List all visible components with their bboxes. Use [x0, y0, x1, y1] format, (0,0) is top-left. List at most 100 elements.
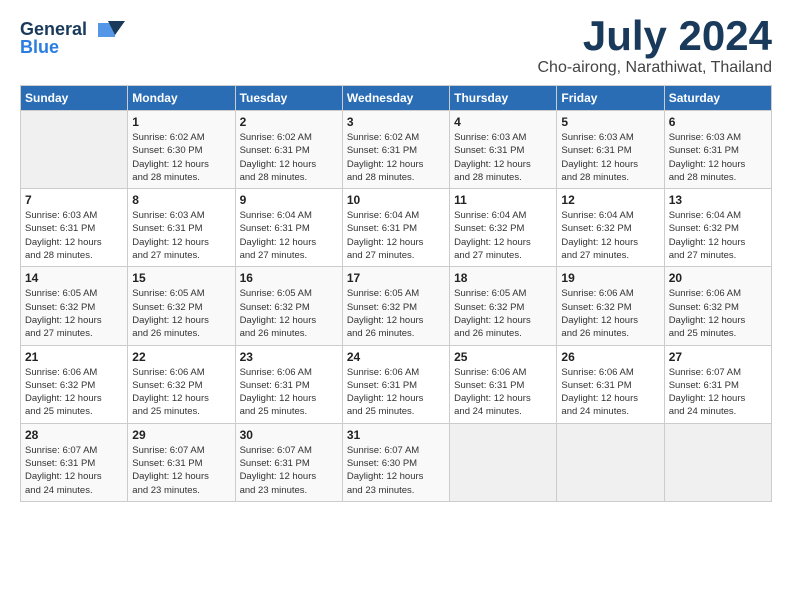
header-row: Sunday Monday Tuesday Wednesday Thursday… [21, 86, 772, 111]
day-number: 24 [347, 350, 445, 364]
day-info: Sunrise: 6:04 AM Sunset: 6:32 PM Dayligh… [669, 209, 767, 262]
day-number: 18 [454, 271, 552, 285]
day-number: 9 [240, 193, 338, 207]
day-cell: 28 Sunrise: 6:07 AM Sunset: 6:31 PM Dayli… [21, 423, 128, 501]
day-info: Sunrise: 6:06 AM Sunset: 6:31 PM Dayligh… [454, 366, 552, 419]
day-number: 1 [132, 115, 230, 129]
day-number: 11 [454, 193, 552, 207]
day-info: Sunrise: 6:07 AM Sunset: 6:30 PM Dayligh… [347, 444, 445, 497]
day-number: 15 [132, 271, 230, 285]
day-number: 30 [240, 428, 338, 442]
day-number: 29 [132, 428, 230, 442]
day-info: Sunrise: 6:06 AM Sunset: 6:32 PM Dayligh… [561, 287, 659, 340]
day-number: 2 [240, 115, 338, 129]
col-monday: Monday [128, 86, 235, 111]
day-info: Sunrise: 6:06 AM Sunset: 6:31 PM Dayligh… [240, 366, 338, 419]
day-number: 25 [454, 350, 552, 364]
day-info: Sunrise: 6:04 AM Sunset: 6:32 PM Dayligh… [561, 209, 659, 262]
col-sunday: Sunday [21, 86, 128, 111]
day-cell: 2 Sunrise: 6:02 AM Sunset: 6:31 PM Daylig… [235, 111, 342, 189]
day-number: 17 [347, 271, 445, 285]
header: General Blue July 2024 Cho-airong, Narat… [20, 15, 772, 77]
col-saturday: Saturday [664, 86, 771, 111]
day-cell: 6Sunrise: 6:03 AM Sunset: 6:31 PM Daylig… [664, 111, 771, 189]
day-info: Sunrise: 6:03 AM Sunset: 6:31 PM Dayligh… [454, 131, 552, 184]
day-cell: 27Sunrise: 6:07 AM Sunset: 6:31 PM Dayli… [664, 345, 771, 423]
logo: General Blue [20, 15, 130, 60]
svg-text:General: General [20, 19, 87, 39]
day-number: 16 [240, 271, 338, 285]
day-cell: 4 Sunrise: 6:03 AM Sunset: 6:31 PM Daylig… [450, 111, 557, 189]
day-cell: 9 Sunrise: 6:04 AM Sunset: 6:31 PM Daylig… [235, 189, 342, 267]
week-row-1: 1 Sunrise: 6:02 AM Sunset: 6:30 PM Daylig… [21, 111, 772, 189]
day-cell: 7 Sunrise: 6:03 AM Sunset: 6:31 PM Daylig… [21, 189, 128, 267]
day-info: Sunrise: 6:05 AM Sunset: 6:32 PM Dayligh… [347, 287, 445, 340]
day-info: Sunrise: 6:03 AM Sunset: 6:31 PM Dayligh… [25, 209, 123, 262]
day-number: 23 [240, 350, 338, 364]
day-info: Sunrise: 6:02 AM Sunset: 6:31 PM Dayligh… [240, 131, 338, 184]
day-info: Sunrise: 6:07 AM Sunset: 6:31 PM Dayligh… [132, 444, 230, 497]
day-info: Sunrise: 6:04 AM Sunset: 6:31 PM Dayligh… [347, 209, 445, 262]
day-cell: 16 Sunrise: 6:05 AM Sunset: 6:32 PM Dayli… [235, 267, 342, 345]
logo-svg: General Blue [20, 15, 130, 60]
day-number: 14 [25, 271, 123, 285]
day-number: 8 [132, 193, 230, 207]
day-cell: 18Sunrise: 6:05 AM Sunset: 6:32 PM Dayli… [450, 267, 557, 345]
day-number: 5 [561, 115, 659, 129]
svg-text:Blue: Blue [20, 37, 59, 57]
day-number: 27 [669, 350, 767, 364]
col-thursday: Thursday [450, 86, 557, 111]
day-number: 22 [132, 350, 230, 364]
day-cell: 13Sunrise: 6:04 AM Sunset: 6:32 PM Dayli… [664, 189, 771, 267]
day-number: 21 [25, 350, 123, 364]
col-tuesday: Tuesday [235, 86, 342, 111]
day-number: 31 [347, 428, 445, 442]
day-cell: 5 Sunrise: 6:03 AM Sunset: 6:31 PM Daylig… [557, 111, 664, 189]
day-info: Sunrise: 6:05 AM Sunset: 6:32 PM Dayligh… [25, 287, 123, 340]
day-info: Sunrise: 6:05 AM Sunset: 6:32 PM Dayligh… [240, 287, 338, 340]
day-info: Sunrise: 6:07 AM Sunset: 6:31 PM Dayligh… [25, 444, 123, 497]
day-cell: 20 Sunrise: 6:06 AM Sunset: 6:32 PM Dayli… [664, 267, 771, 345]
day-number: 4 [454, 115, 552, 129]
day-info: Sunrise: 6:06 AM Sunset: 6:31 PM Dayligh… [347, 366, 445, 419]
day-cell: 29 Sunrise: 6:07 AM Sunset: 6:31 PM Dayli… [128, 423, 235, 501]
day-number: 7 [25, 193, 123, 207]
month-title: July 2024 [538, 15, 773, 57]
day-info: Sunrise: 6:06 AM Sunset: 6:32 PM Dayligh… [669, 287, 767, 340]
day-cell [557, 423, 664, 501]
day-info: Sunrise: 6:04 AM Sunset: 6:32 PM Dayligh… [454, 209, 552, 262]
day-cell: 17 Sunrise: 6:05 AM Sunset: 6:32 PM Dayli… [342, 267, 449, 345]
week-row-2: 7 Sunrise: 6:03 AM Sunset: 6:31 PM Daylig… [21, 189, 772, 267]
day-info: Sunrise: 6:02 AM Sunset: 6:30 PM Dayligh… [132, 131, 230, 184]
day-number: 20 [669, 271, 767, 285]
day-cell: 22 Sunrise: 6:06 AM Sunset: 6:32 PM Dayli… [128, 345, 235, 423]
day-cell: 11 Sunrise: 6:04 AM Sunset: 6:32 PM Dayli… [450, 189, 557, 267]
day-info: Sunrise: 6:05 AM Sunset: 6:32 PM Dayligh… [132, 287, 230, 340]
day-cell: 8 Sunrise: 6:03 AM Sunset: 6:31 PM Daylig… [128, 189, 235, 267]
day-cell [664, 423, 771, 501]
day-cell: 21 Sunrise: 6:06 AM Sunset: 6:32 PM Dayli… [21, 345, 128, 423]
day-info: Sunrise: 6:06 AM Sunset: 6:32 PM Dayligh… [25, 366, 123, 419]
day-cell [450, 423, 557, 501]
day-cell: 25 Sunrise: 6:06 AM Sunset: 6:31 PM Dayli… [450, 345, 557, 423]
week-row-5: 28 Sunrise: 6:07 AM Sunset: 6:31 PM Dayli… [21, 423, 772, 501]
col-friday: Friday [557, 86, 664, 111]
day-cell: 19 Sunrise: 6:06 AM Sunset: 6:32 PM Dayli… [557, 267, 664, 345]
calendar-page: General Blue July 2024 Cho-airong, Narat… [0, 0, 792, 612]
title-block: July 2024 Cho-airong, Narathiwat, Thaila… [538, 15, 773, 77]
day-number: 3 [347, 115, 445, 129]
location-subtitle: Cho-airong, Narathiwat, Thailand [538, 59, 773, 77]
day-number: 28 [25, 428, 123, 442]
day-info: Sunrise: 6:07 AM Sunset: 6:31 PM Dayligh… [240, 444, 338, 497]
day-cell: 31 Sunrise: 6:07 AM Sunset: 6:30 PM Dayli… [342, 423, 449, 501]
day-info: Sunrise: 6:03 AM Sunset: 6:31 PM Dayligh… [132, 209, 230, 262]
day-info: Sunrise: 6:03 AM Sunset: 6:31 PM Dayligh… [561, 131, 659, 184]
day-number: 19 [561, 271, 659, 285]
day-cell: 3 Sunrise: 6:02 AM Sunset: 6:31 PM Daylig… [342, 111, 449, 189]
day-number: 10 [347, 193, 445, 207]
week-row-4: 21 Sunrise: 6:06 AM Sunset: 6:32 PM Dayli… [21, 345, 772, 423]
day-info: Sunrise: 6:06 AM Sunset: 6:32 PM Dayligh… [132, 366, 230, 419]
day-info: Sunrise: 6:04 AM Sunset: 6:31 PM Dayligh… [240, 209, 338, 262]
day-cell: 24 Sunrise: 6:06 AM Sunset: 6:31 PM Dayli… [342, 345, 449, 423]
day-info: Sunrise: 6:02 AM Sunset: 6:31 PM Dayligh… [347, 131, 445, 184]
